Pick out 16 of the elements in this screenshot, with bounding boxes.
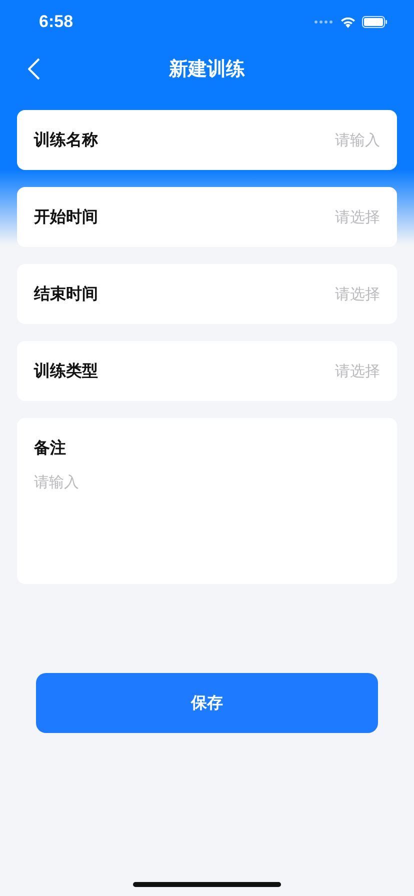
signal-icon: [314, 20, 334, 24]
input-field[interactable]: 请选择: [260, 362, 380, 380]
status-time: 6:58: [39, 12, 74, 32]
field-label: 训练类型: [34, 360, 98, 382]
input-field[interactable]: 请选择: [260, 285, 380, 303]
battery-icon: [362, 16, 388, 28]
input-field[interactable]: 请选择: [260, 208, 380, 226]
save-button[interactable]: 保存: [36, 673, 378, 733]
page-title: 新建训练: [169, 57, 245, 82]
field-label: 开始时间: [34, 206, 98, 228]
notes-field[interactable]: 备注 请输入: [17, 418, 397, 584]
input-field[interactable]: 请输入: [260, 131, 380, 149]
field-label: 训练名称: [34, 130, 98, 150]
field-label: 备注: [34, 438, 67, 459]
field-label: 结束时间: [34, 284, 98, 304]
wifi-icon: [340, 16, 356, 28]
